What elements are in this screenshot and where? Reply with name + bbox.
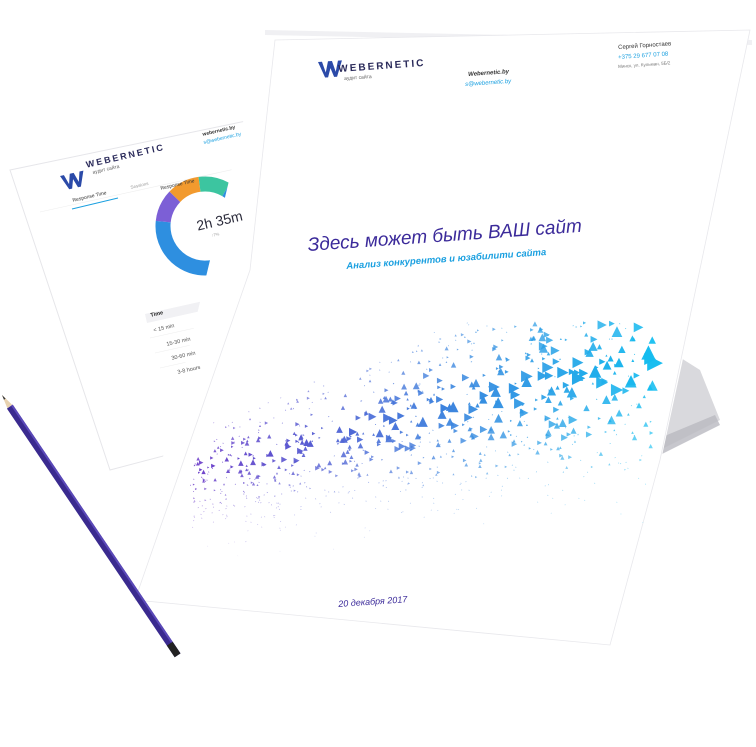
back-report-page bbox=[2, 29, 752, 658]
